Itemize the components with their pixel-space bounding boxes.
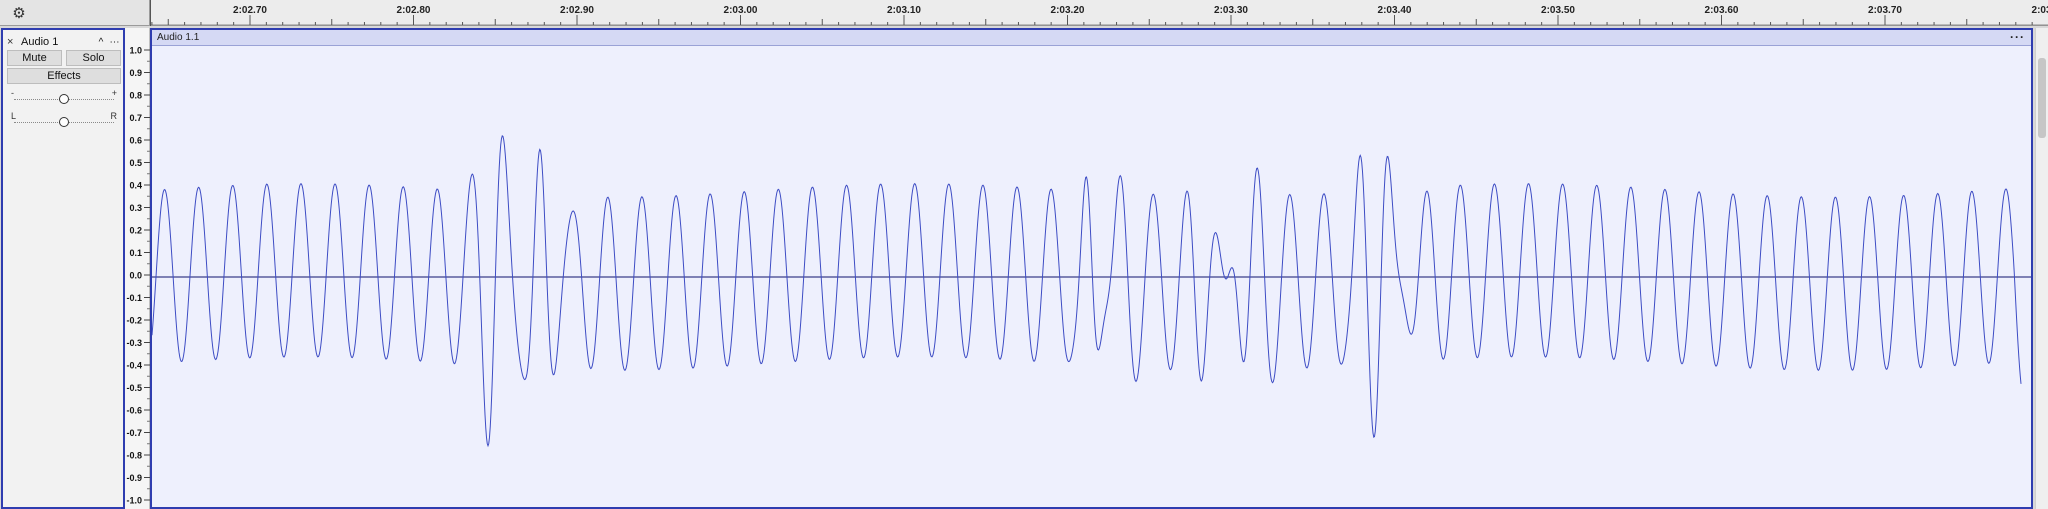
amplitude-ruler-ticks: 1.0 0.9 0.8 0.7 0.6 0.5 0.4 0.3 0.2 0.1 0.0 -0.1 -0.… — [126, 46, 150, 506]
close-icon[interactable]: × — [7, 36, 19, 48]
timeline-label: 2:03.00 — [724, 5, 758, 16]
pan-left-label: L — [11, 111, 17, 121]
timeline-label: 2:03.80 — [2032, 5, 2048, 16]
timeline-label: 2:02.80 — [397, 5, 431, 16]
clip-title-bar[interactable]: Audio 1.1 ··· — [152, 30, 2031, 46]
amplitude-label: -0.1 — [126, 293, 142, 303]
amplitude-label: -0.3 — [126, 338, 142, 348]
amplitude-label: 0.7 — [129, 113, 142, 123]
amplitude-label: 0.0 — [129, 271, 142, 281]
timeline-ruler[interactable]: 2:02.70 2:02.80 2:02.90 2:03.00 2:03.10 2:03.… — [150, 0, 2048, 26]
ruler-corner: ⚙ — [0, 0, 150, 26]
pan-slider-thumb[interactable] — [59, 117, 69, 127]
track-name[interactable]: Audio 1 — [21, 36, 95, 48]
gain-plus-label: + — [111, 88, 117, 98]
vertical-scrollbar[interactable] — [2035, 28, 2048, 509]
amplitude-label: 1.0 — [129, 46, 142, 56]
timeline-label: 2:03.10 — [887, 5, 921, 16]
waveform[interactable] — [152, 46, 2031, 507]
timeline-label: 2:03.30 — [1214, 5, 1248, 16]
timeline-label: 2:03.40 — [1378, 5, 1412, 16]
amplitude-ruler[interactable]: 1.0 0.9 0.8 0.7 0.6 0.5 0.4 0.3 0.2 0.1 0.0 -0.1 -0.… — [125, 28, 150, 509]
mute-button[interactable]: Mute — [7, 50, 62, 66]
amplitude-label: 0.2 — [129, 226, 142, 236]
clip-name[interactable]: Audio 1.1 — [157, 32, 199, 43]
amplitude-label: 0.8 — [129, 91, 142, 101]
amplitude-label: -1.0 — [126, 496, 142, 506]
audio-clip[interactable]: Audio 1.1 ··· — [150, 28, 2033, 509]
amplitude-label: -0.7 — [126, 428, 142, 438]
track-menu-icon[interactable]: ⋯ — [107, 37, 121, 48]
track-control-panel[interactable]: × Audio 1 ^ ⋯ Mute Solo Effects - + L R — [1, 28, 125, 509]
effects-button[interactable]: Effects — [7, 68, 121, 84]
amplitude-label: 0.9 — [129, 68, 142, 78]
gain-slider-thumb[interactable] — [59, 94, 69, 104]
gain-minus-label: - — [11, 88, 14, 98]
amplitude-label: -0.4 — [126, 361, 142, 371]
timeline-label: 2:03.70 — [1868, 5, 1902, 16]
timeline-label: 2:03.60 — [1705, 5, 1739, 16]
waveform-path[interactable] — [152, 135, 2022, 448]
timeline-ruler-ticks: 2:02.70 2:02.80 2:02.90 2:03.00 2:03.10 2:03.… — [150, 0, 2048, 26]
amplitude-label: -0.8 — [126, 451, 142, 461]
amplitude-label: -0.2 — [126, 316, 142, 326]
gain-slider[interactable]: - + — [10, 88, 118, 104]
gear-icon[interactable]: ⚙ — [10, 4, 28, 22]
solo-button[interactable]: Solo — [66, 50, 121, 66]
amplitude-label: 0.1 — [129, 248, 142, 258]
clip-menu-icon[interactable]: ··· — [2010, 30, 2025, 44]
amplitude-label: -0.5 — [126, 383, 142, 393]
timeline-label: 2:02.70 — [233, 5, 267, 16]
amplitude-label: 0.4 — [129, 181, 142, 191]
pan-slider[interactable]: L R — [10, 111, 118, 127]
amplitude-label: 0.3 — [129, 203, 142, 213]
amplitude-label: 0.6 — [129, 136, 142, 146]
scrollbar-thumb[interactable] — [2038, 58, 2046, 138]
collapse-icon[interactable]: ^ — [95, 37, 107, 48]
timeline-label: 2:03.50 — [1541, 5, 1575, 16]
timeline-label: 2:03.20 — [1051, 5, 1085, 16]
amplitude-label: -0.9 — [126, 473, 142, 483]
amplitude-label: -0.6 — [126, 406, 142, 416]
pan-right-label: R — [110, 111, 118, 121]
timeline-label: 2:02.90 — [560, 5, 594, 16]
amplitude-label: 0.5 — [129, 158, 142, 168]
track-header: × Audio 1 ^ ⋯ — [7, 34, 121, 50]
